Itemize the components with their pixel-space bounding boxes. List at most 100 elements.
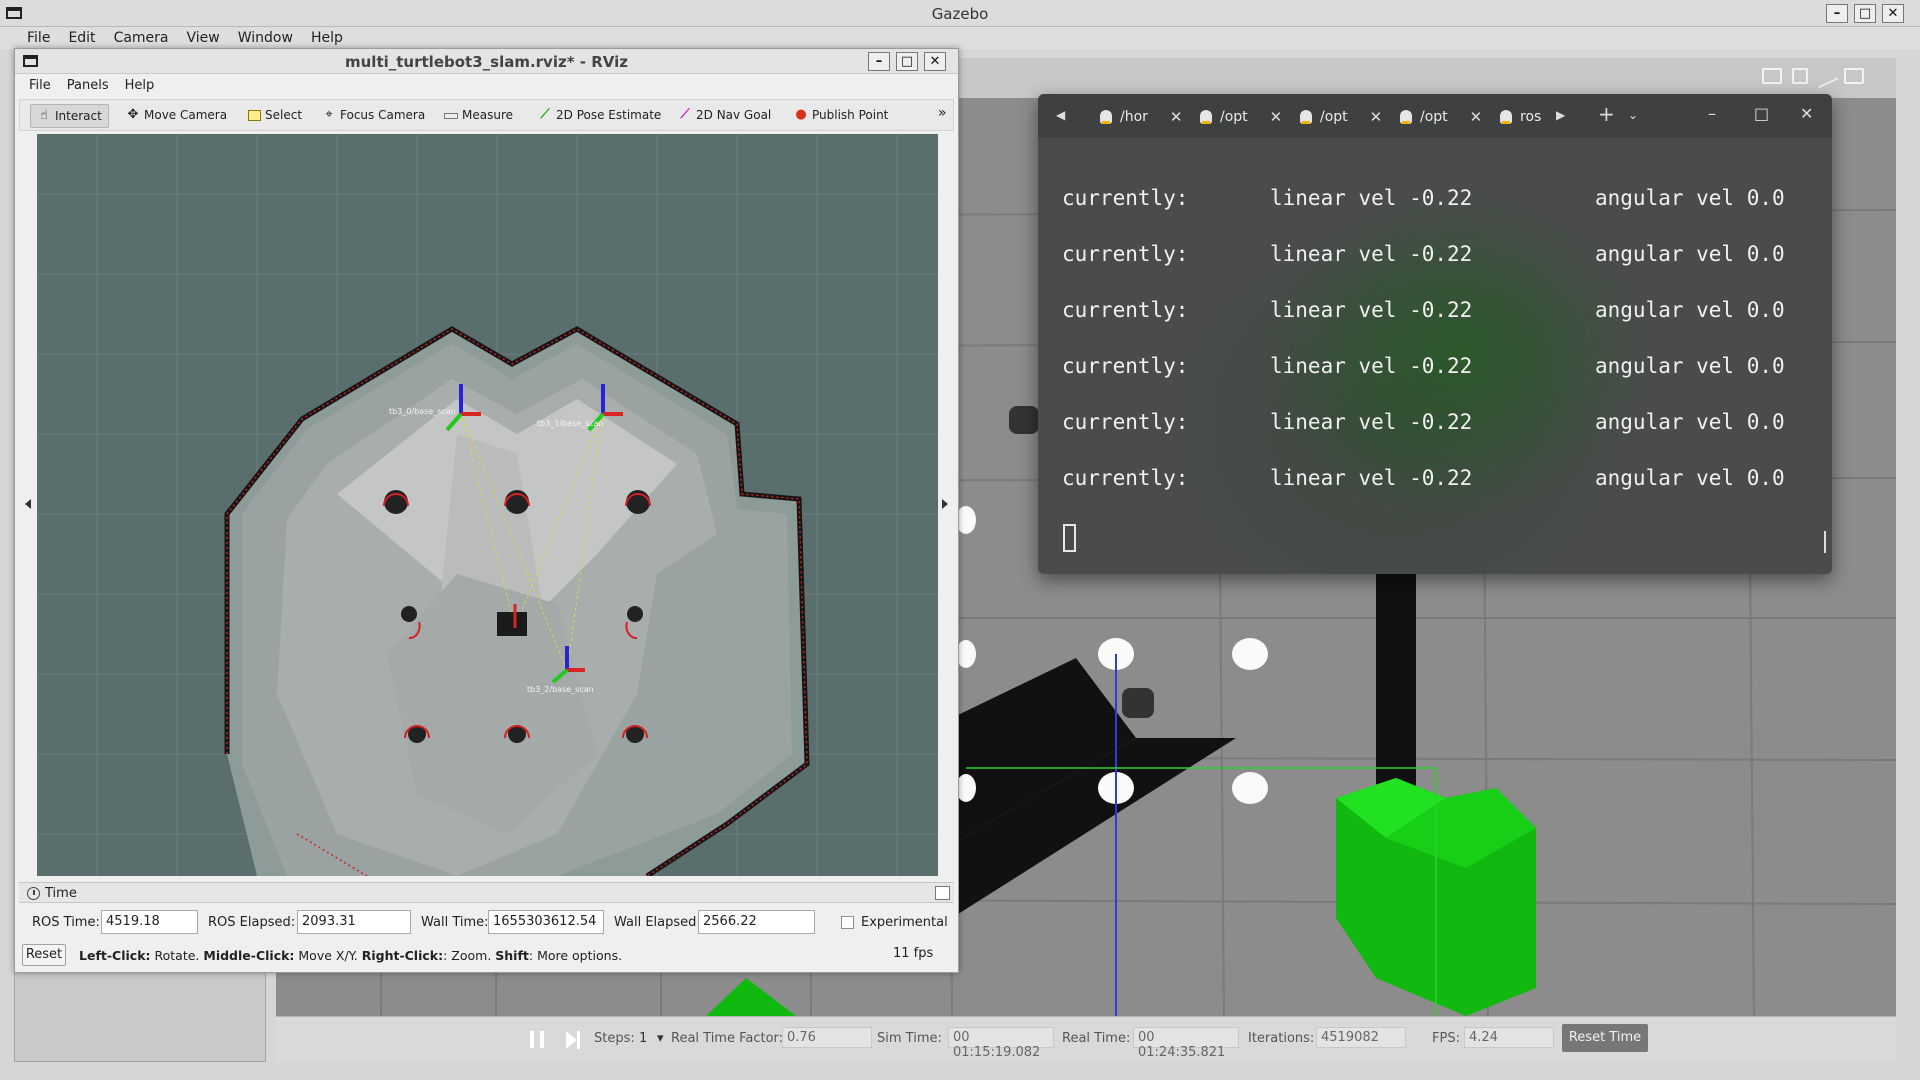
- wall-time-label: Wall Time:: [421, 915, 489, 930]
- line-linear: linear vel -0.22: [1270, 298, 1473, 322]
- close-icon[interactable]: ✕: [1170, 108, 1183, 126]
- chevron-right-double-icon[interactable]: »: [938, 105, 947, 121]
- terminal-tab[interactable]: /hor ✕: [1100, 107, 1183, 127]
- hint-left-key: Left-Click:: [79, 948, 151, 963]
- new-tab-icon[interactable]: +: [1598, 102, 1615, 126]
- tool-move-camera[interactable]: ✥ Move Camera: [120, 104, 233, 128]
- steps-value[interactable]: 1: [639, 1031, 647, 1046]
- rviz-3d-view[interactable]: tb3_0/base_scan tb3_1/base_scan tb3_2/ba…: [37, 134, 938, 876]
- hint-right-key: Right-Click:: [361, 948, 444, 963]
- terminal-tab[interactable]: /opt ✕: [1200, 107, 1282, 127]
- reset-button[interactable]: Reset: [22, 944, 66, 966]
- reset-time-button[interactable]: Reset Time: [1562, 1024, 1648, 1052]
- sim-time-label: Sim Time:: [877, 1031, 942, 1046]
- menu-panels[interactable]: Panels: [59, 74, 117, 98]
- chevron-down-icon[interactable]: ⌄: [1628, 108, 1638, 122]
- fps-label: FPS:: [1432, 1031, 1460, 1046]
- wall-elapsed-field[interactable]: 2566.22: [698, 910, 815, 934]
- pause-icon[interactable]: [530, 1031, 544, 1048]
- close-icon[interactable]: ✕: [1370, 108, 1383, 126]
- rviz-status-bar: Reset Left-Click: Rotate. Middle-Click: …: [19, 942, 954, 968]
- goal-arrow-icon: ⟋: [680, 107, 690, 122]
- menu-file[interactable]: File: [21, 74, 59, 98]
- menu-camera[interactable]: Camera: [105, 27, 178, 49]
- camera-icon[interactable]: [1762, 68, 1782, 84]
- line-linear: linear vel -0.22: [1270, 354, 1473, 378]
- menu-file[interactable]: File: [18, 27, 59, 49]
- tool-focus-camera[interactable]: ⌖ Focus Camera: [316, 104, 431, 128]
- terminal-line: currently: linear vel -0.22 angular vel 0.…: [1062, 298, 1822, 354]
- fps-value: 4.24: [1464, 1027, 1554, 1048]
- iterations-label: Iterations:: [1248, 1031, 1315, 1046]
- rtf-value: 0.76: [782, 1027, 872, 1048]
- line-linear: linear vel -0.22: [1270, 410, 1473, 434]
- video-icon[interactable]: [1844, 68, 1864, 84]
- tool-2d-pose-estimate[interactable]: ⟋ 2D Pose Estimate: [532, 104, 667, 128]
- chevron-down-icon[interactable]: ▾: [657, 1031, 664, 1046]
- minimize-button[interactable]: –: [868, 52, 890, 71]
- ros-time-field[interactable]: 4519.18: [101, 910, 198, 934]
- ruler-icon: [444, 113, 458, 119]
- line-angular: angular vel 0.0: [1595, 298, 1785, 322]
- plot-icon[interactable]: [1818, 63, 1838, 89]
- minimize-button[interactable]: –: [1826, 4, 1848, 23]
- close-button[interactable]: ✕: [1882, 4, 1904, 23]
- terminal-tab[interactable]: ros: [1500, 107, 1541, 127]
- menu-help[interactable]: Help: [117, 74, 163, 98]
- tab-label: ros: [1520, 109, 1542, 125]
- line-angular: angular vel 0.0: [1595, 466, 1785, 490]
- close-icon[interactable]: ✕: [1270, 108, 1283, 126]
- ros-time-label: ROS Time:: [32, 915, 100, 930]
- linux-icon: [1300, 110, 1312, 124]
- step-icon[interactable]: [566, 1031, 580, 1049]
- experimental-checkbox[interactable]: [841, 916, 854, 929]
- terminal-tabbar: ◀ /hor ✕ /opt ✕ /opt ✕ /opt ✕ ros ▶ + ⌄ …: [1038, 94, 1832, 138]
- tool-measure[interactable]: Measure: [438, 104, 519, 128]
- save-icon[interactable]: [1792, 68, 1808, 84]
- tool-interact[interactable]: ☝ Interact: [30, 104, 109, 128]
- tool-label: Measure: [462, 108, 513, 122]
- terminal-scrollbar[interactable]: [1824, 531, 1826, 553]
- tool-2d-nav-goal[interactable]: ⟋ 2D Nav Goal: [672, 104, 777, 128]
- terminal-line: currently: linear vel -0.22 angular vel 0.…: [1062, 186, 1822, 242]
- ros-elapsed-field[interactable]: 2093.31: [297, 910, 411, 934]
- ros-elapsed-label: ROS Elapsed:: [208, 915, 296, 930]
- terminal-line: currently: linear vel -0.22 angular vel 0.…: [1062, 410, 1822, 466]
- close-button[interactable]: ✕: [924, 52, 946, 71]
- mouse-hint: Left-Click: Rotate. Middle-Click: Move X…: [79, 948, 622, 963]
- terminal-line: currently: linear vel -0.22 angular vel 0.…: [1062, 354, 1822, 410]
- chevron-right-icon[interactable]: ▶: [1556, 108, 1565, 122]
- collapse-right-icon[interactable]: [942, 499, 948, 509]
- chevron-left-icon[interactable]: ◀: [1056, 108, 1065, 122]
- terminal-line: currently: linear vel -0.22 angular vel 0.…: [1062, 242, 1822, 298]
- terminal-window: ◀ /hor ✕ /opt ✕ /opt ✕ /opt ✕ ros ▶ + ⌄ …: [1038, 94, 1832, 574]
- menu-view[interactable]: View: [178, 27, 229, 49]
- terminal-tab[interactable]: /opt ✕: [1400, 107, 1482, 127]
- line-linear: linear vel -0.22: [1270, 466, 1473, 490]
- close-icon[interactable]: ✕: [1800, 104, 1813, 123]
- tool-publish-point[interactable]: ● Publish Point: [788, 104, 894, 128]
- hint-middle-key: Middle-Click:: [203, 948, 295, 963]
- tool-label: 2D Nav Goal: [696, 108, 772, 122]
- maximize-button[interactable]: □: [1854, 4, 1876, 23]
- select-icon: [248, 110, 261, 121]
- minimize-icon[interactable]: –: [1708, 104, 1716, 123]
- terminal-output[interactable]: currently: linear vel -0.22 angular vel 0.…: [1062, 186, 1822, 522]
- menu-edit[interactable]: Edit: [59, 27, 104, 49]
- close-icon[interactable]: ✕: [1470, 108, 1483, 126]
- robot-label: tb3_2/base_scan: [527, 685, 594, 694]
- tool-select[interactable]: Select: [242, 104, 308, 128]
- terminal-cursor: [1063, 524, 1076, 552]
- terminal-tab[interactable]: /opt ✕: [1300, 107, 1382, 127]
- rviz-menubar: File Panels Help: [15, 74, 958, 98]
- collapse-left-icon[interactable]: [25, 499, 31, 509]
- rviz-toolbar: ☝ Interact ✥ Move Camera Select ⌖ Focus …: [19, 99, 954, 131]
- maximize-icon[interactable]: □: [1754, 104, 1769, 123]
- maximize-button[interactable]: □: [896, 52, 918, 71]
- slam-map: tb3_0/base_scan tb3_1/base_scan tb3_2/ba…: [37, 134, 938, 876]
- undock-panel-button[interactable]: [935, 886, 950, 900]
- menu-help[interactable]: Help: [302, 27, 352, 49]
- wall-time-field[interactable]: 1655303612.54: [488, 910, 604, 934]
- tool-label: Focus Camera: [340, 108, 426, 122]
- menu-window[interactable]: Window: [229, 27, 302, 49]
